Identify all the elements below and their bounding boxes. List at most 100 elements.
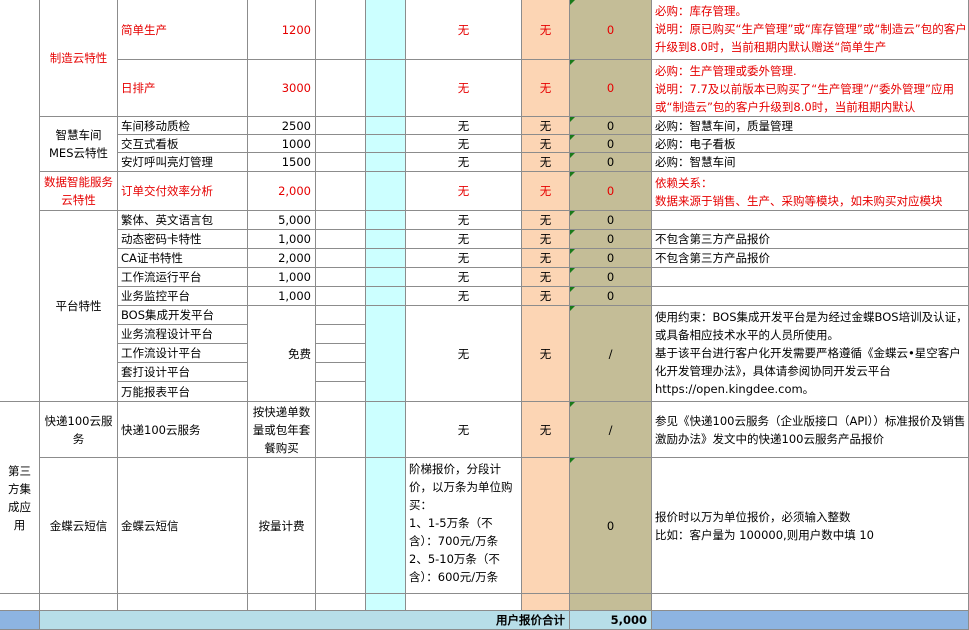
cell-blank[interactable]	[316, 153, 366, 172]
bos-c7[interactable]: /	[570, 306, 652, 402]
bos-item[interactable]: 工作流设计平台	[118, 344, 248, 363]
cell-cyan[interactable]	[366, 249, 406, 268]
item-note[interactable]: 必购：电子看板	[652, 135, 969, 153]
item-name[interactable]: 车间移动质检	[118, 117, 248, 135]
item-c5[interactable]: 无	[406, 268, 522, 287]
item-c6[interactable]: 无	[522, 60, 570, 117]
bos-item[interactable]: 万能报表平台	[118, 382, 248, 402]
cell-blank[interactable]	[316, 458, 366, 594]
item-note[interactable]: 不包含第三方产品报价	[652, 249, 969, 268]
item-c5[interactable]: 无	[406, 287, 522, 306]
sms-tiered-pricing[interactable]: 阶梯报价，分段计价，以万条为单位购买： 1、1-5万条（不含）：700元/万条 …	[406, 458, 522, 594]
item-price[interactable]: 2,000	[248, 249, 316, 268]
footer-cell[interactable]	[652, 611, 969, 630]
spreadsheet-grid[interactable]: 第三 方集 成应 用 制造云特性 智慧车间 MES云特性 数据智能服务 云特性 …	[0, 0, 969, 630]
section-third-party[interactable]: 第三 方集 成应 用	[0, 402, 40, 594]
footer-cell[interactable]	[0, 611, 40, 630]
express-price[interactable]: 按快递单数 量或包年套 餐购买	[248, 402, 316, 458]
item-price[interactable]: 2500	[248, 117, 316, 135]
item-note[interactable]: 依赖关系： 数据来源于销售、生产、采购等模块，如未购买对应模块	[652, 172, 969, 211]
item-c6[interactable]: 无	[522, 230, 570, 249]
cell-khaki[interactable]	[570, 594, 652, 611]
cell-blank[interactable]	[316, 117, 366, 135]
bos-c5[interactable]: 无	[406, 306, 522, 402]
cell-blank[interactable]	[40, 594, 118, 611]
cell-blank[interactable]	[316, 211, 366, 230]
item-name[interactable]: 安灯呼叫亮灯管理	[118, 153, 248, 172]
bos-item[interactable]: BOS集成开发平台	[118, 306, 248, 325]
item-c6[interactable]: 无	[522, 0, 570, 60]
cell-cyan[interactable]	[366, 211, 406, 230]
item-note[interactable]: 必购：智慧车间	[652, 153, 969, 172]
item-note[interactable]	[652, 268, 969, 287]
cell-blank[interactable]	[316, 0, 366, 60]
cell-blank[interactable]	[316, 325, 366, 344]
item-c5[interactable]: 无	[406, 230, 522, 249]
item-name[interactable]: 订单交付效率分析	[118, 172, 248, 211]
cell-blank[interactable]	[316, 287, 366, 306]
cell-blank[interactable]	[316, 402, 366, 458]
cell-blank[interactable]	[316, 382, 366, 402]
total-value[interactable]: 5,000	[570, 611, 652, 630]
cell-blank[interactable]	[316, 344, 366, 363]
item-name[interactable]: 业务监控平台	[118, 287, 248, 306]
sms-c7[interactable]: 0	[570, 458, 652, 594]
cell-blank[interactable]	[316, 172, 366, 211]
item-note[interactable]: 必购：智慧车间，质量管理	[652, 117, 969, 135]
item-c6[interactable]: 无	[522, 172, 570, 211]
item-c7[interactable]: 0	[570, 172, 652, 211]
cell-blank[interactable]	[316, 594, 366, 611]
cell-blank[interactable]	[316, 306, 366, 325]
item-price[interactable]: 3000	[248, 60, 316, 117]
item-note[interactable]	[652, 211, 969, 230]
section-manufacturing[interactable]: 制造云特性	[40, 0, 118, 117]
cell-cyan[interactable]	[366, 60, 406, 117]
bos-price[interactable]: 免费	[248, 306, 316, 402]
cell-blank[interactable]	[0, 594, 40, 611]
item-note[interactable]: 必购：库存管理。 说明：原已购买“生产管理”或“库存管理”或“制造云”包的客户升…	[652, 0, 969, 60]
express-item[interactable]: 快递100云服务	[118, 402, 248, 458]
item-c6[interactable]: 无	[522, 117, 570, 135]
bos-c6[interactable]: 无	[522, 306, 570, 402]
express-c5[interactable]: 无	[406, 402, 522, 458]
cell-blank[interactable]	[316, 135, 366, 153]
cell-cyan[interactable]	[366, 0, 406, 60]
item-c7[interactable]: 0	[570, 60, 652, 117]
section-platform[interactable]: 平台特性	[40, 211, 118, 402]
express-c6[interactable]: 无	[522, 402, 570, 458]
item-c7[interactable]: 0	[570, 0, 652, 60]
item-c5[interactable]: 无	[406, 211, 522, 230]
section-data-service[interactable]: 数据智能服务 云特性	[40, 172, 118, 211]
cell-peach[interactable]	[522, 594, 570, 611]
item-c6[interactable]: 无	[522, 268, 570, 287]
item-c5[interactable]: 无	[406, 172, 522, 211]
section-sms[interactable]: 金蝶云短信	[40, 458, 118, 594]
cell-blank[interactable]	[652, 594, 969, 611]
item-c6[interactable]: 无	[522, 153, 570, 172]
item-c6[interactable]: 无	[522, 287, 570, 306]
express-note[interactable]: 参见《快递100云服务（企业版接口（API））标准报价及销售激励办法》发文中的快…	[652, 402, 969, 458]
cell-peach[interactable]	[522, 458, 570, 594]
item-price[interactable]: 5,000	[248, 211, 316, 230]
cell-col-a-top[interactable]	[0, 0, 40, 402]
item-price[interactable]: 1,000	[248, 287, 316, 306]
item-c6[interactable]: 无	[522, 249, 570, 268]
item-c5[interactable]: 无	[406, 249, 522, 268]
sms-item[interactable]: 金蝶云短信	[118, 458, 248, 594]
section-smart-workshop[interactable]: 智慧车间 MES云特性	[40, 117, 118, 172]
cell-cyan[interactable]	[366, 402, 406, 458]
item-c5[interactable]: 无	[406, 117, 522, 135]
cell-cyan[interactable]	[366, 594, 406, 611]
item-name[interactable]: 繁体、英文语言包	[118, 211, 248, 230]
item-c7[interactable]: 0	[570, 211, 652, 230]
item-c7[interactable]: 0	[570, 230, 652, 249]
cell-cyan[interactable]	[366, 230, 406, 249]
item-c7[interactable]: 0	[570, 135, 652, 153]
item-c7[interactable]: 0	[570, 153, 652, 172]
item-c5[interactable]: 无	[406, 60, 522, 117]
item-c7[interactable]: 0	[570, 117, 652, 135]
cell-blank[interactable]	[316, 268, 366, 287]
item-note[interactable]: 必购：生产管理或委外管理. 说明：7.7及以前版本已购买了“生产管理”/“委外管…	[652, 60, 969, 117]
cell-blank[interactable]	[316, 249, 366, 268]
cell-blank[interactable]	[406, 594, 522, 611]
